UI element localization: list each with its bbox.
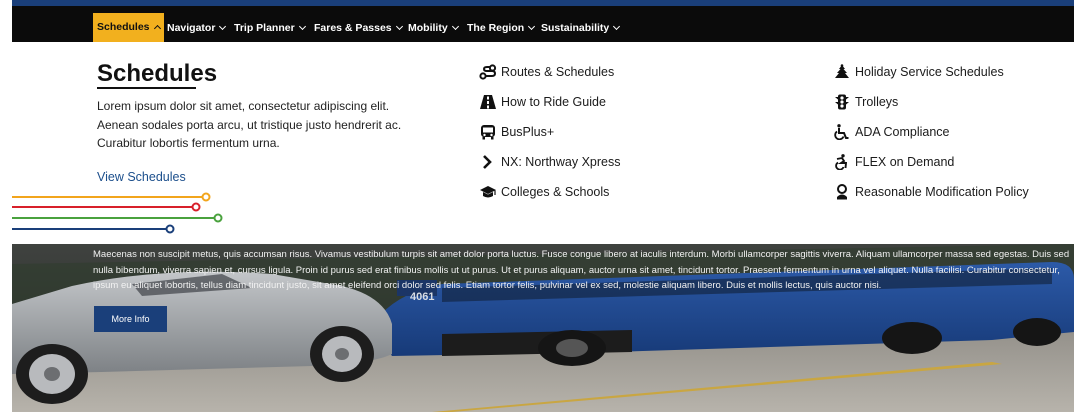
view-schedules-link[interactable]: View Schedules — [97, 170, 186, 184]
graduation-cap-icon — [480, 186, 496, 198]
holiday-schedules-label: Holiday Service Schedules — [855, 65, 1004, 79]
nav-navigator-label: Navigator — [167, 22, 216, 34]
nav-sustainability[interactable]: Sustainability — [537, 14, 623, 42]
chevron-right-icon — [483, 155, 492, 169]
chevron-down-icon — [451, 22, 459, 31]
trolleys-label: Trolleys — [855, 95, 899, 109]
person-icon — [837, 184, 847, 200]
route-stop-red — [191, 202, 201, 212]
how-to-ride-label: How to Ride Guide — [501, 95, 606, 109]
road-icon — [480, 95, 496, 109]
route-icon — [479, 64, 497, 80]
nav-fares-passes[interactable]: Fares & Passes — [310, 14, 406, 42]
main-navbar: Schedules Navigator Trip Planner Fares &… — [12, 6, 1074, 42]
busplus-label: BusPlus+ — [501, 125, 555, 139]
nav-the-region-label: The Region — [467, 22, 525, 34]
route-stop-orange — [201, 192, 211, 202]
more-info-button[interactable]: More Info — [94, 306, 167, 332]
mega-menu-title: Schedules — [97, 60, 218, 87]
traffic-light-icon — [835, 94, 849, 110]
flex-on-demand-label: FLEX on Demand — [855, 155, 955, 169]
route-stop-blue — [165, 224, 175, 234]
nav-sustainability-label: Sustainability — [541, 22, 610, 34]
route-stop-green — [213, 213, 223, 223]
chevron-down-icon — [395, 22, 403, 31]
nav-the-region[interactable]: The Region — [463, 14, 538, 42]
holiday-tree-icon — [835, 64, 849, 78]
title-underline — [97, 87, 196, 89]
ada-compliance-label: ADA Compliance — [855, 125, 950, 139]
chevron-down-icon — [528, 22, 536, 31]
colleges-schools-label: Colleges & Schools — [501, 185, 610, 199]
nav-schedules-label: Schedules — [97, 21, 150, 33]
chevron-down-icon — [219, 22, 227, 31]
nav-mobility-label: Mobility — [408, 22, 448, 34]
nav-navigator[interactable]: Navigator — [163, 14, 229, 42]
nav-trip-planner[interactable]: Trip Planner — [230, 14, 309, 42]
hero-banner: 4061 Maecenas non suscipit metus, quis a… — [12, 244, 1074, 412]
northway-xpress-label: NX: Northway Xpress — [501, 155, 621, 169]
bus-icon — [481, 125, 495, 140]
routes-schedules-label: Routes & Schedules — [501, 65, 615, 79]
reasonable-modification-label: Reasonable Modification Policy — [855, 185, 1029, 199]
chevron-down-icon — [613, 22, 621, 31]
route-lines-graphic — [12, 192, 223, 234]
mega-menu-description: Lorem ipsum dolor sit amet, consectetur … — [97, 99, 402, 150]
chevron-down-icon — [298, 22, 306, 31]
chevron-up-icon — [153, 24, 161, 33]
accessible-icon — [835, 154, 848, 170]
nav-fares-passes-label: Fares & Passes — [314, 22, 392, 34]
nav-trip-planner-label: Trip Planner — [234, 22, 295, 34]
nav-schedules[interactable]: Schedules — [93, 13, 164, 42]
schedules-mega-menu: Schedules Lorem ipsum dolor sit amet, co… — [12, 42, 1074, 244]
nav-mobility[interactable]: Mobility — [404, 14, 462, 42]
wheelchair-icon — [834, 124, 849, 140]
hero-body-text: Maecenas non suscipit metus, quis accums… — [93, 249, 1070, 291]
